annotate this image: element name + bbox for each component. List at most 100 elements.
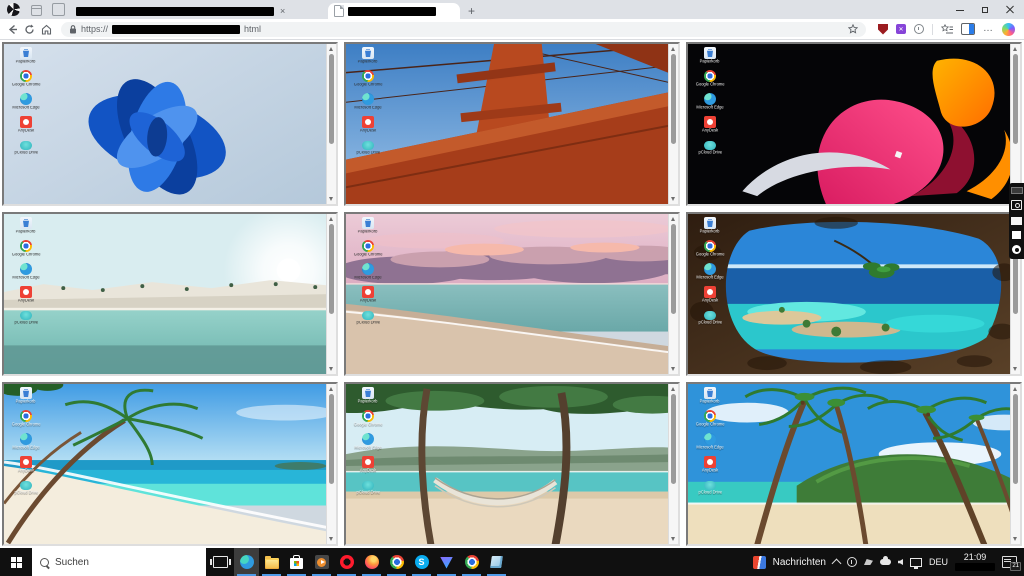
- onedrive-icon[interactable]: [880, 559, 891, 565]
- scroll-up-icon[interactable]: [671, 217, 675, 221]
- status-tray-icon[interactable]: [847, 557, 857, 567]
- desktop-icon-recycle-bin[interactable]: Papierkorb: [8, 47, 44, 66]
- desktop-icon-edge[interactable]: Microsoft Edge: [8, 93, 44, 112]
- desktop-icon-pcloud[interactable]: pCloud Drive: [8, 139, 44, 157]
- desktop-icon-anydesk[interactable]: AnyDesk: [692, 286, 728, 305]
- back-button[interactable]: [5, 22, 19, 36]
- taskbar-app-blue-3d-app[interactable]: [484, 548, 509, 576]
- desktop-icon-pcloud[interactable]: pCloud Drive: [692, 479, 728, 497]
- language-indicator[interactable]: DEU: [929, 557, 948, 567]
- copilot-icon[interactable]: [1002, 23, 1015, 36]
- desktop-icon-pcloud[interactable]: pCloud Drive: [350, 139, 386, 157]
- maximize-button[interactable]: [981, 6, 989, 14]
- desktop-cell-2[interactable]: PapierkorbGoogle ChromeMicrosoft EdgeAny…: [344, 42, 680, 206]
- desktop-icon-edge[interactable]: Microsoft Edge: [8, 263, 44, 282]
- desktop-icon-pcloud[interactable]: pCloud Drive: [8, 309, 44, 327]
- browser-logo-icon[interactable]: [7, 3, 20, 16]
- notification-center-button[interactable]: 21: [1002, 556, 1017, 568]
- scroll-up-icon[interactable]: [329, 47, 333, 51]
- desktop-cell-8[interactable]: PapierkorbGoogle ChromeMicrosoft EdgeAny…: [344, 382, 680, 546]
- scroll-down-icon[interactable]: [671, 367, 675, 371]
- taskbar-app-chromium[interactable]: [459, 548, 484, 576]
- desktop-cell-6[interactable]: Papierkorb Google Chrome Microsoft Edge Any…: [686, 212, 1022, 376]
- scroll-down-icon[interactable]: [671, 537, 675, 541]
- desktop-icon-edge[interactable]: Microsoft Edge: [350, 93, 386, 112]
- scroll-up-icon[interactable]: [1013, 47, 1017, 51]
- desktop-icon-chrome[interactable]: Google Chrome: [692, 240, 728, 259]
- tab-1[interactable]: ×: [70, 3, 328, 19]
- desktop-icon-chrome[interactable]: Google Chrome: [692, 410, 728, 429]
- pen-tray-icon[interactable]: [864, 559, 873, 565]
- scroll-thumb[interactable]: [671, 54, 676, 144]
- display-icon[interactable]: [1011, 217, 1022, 225]
- desktop-icon-edge[interactable]: Microsoft Edge: [692, 433, 728, 452]
- desktop-icon-chrome[interactable]: Google Chrome: [350, 70, 386, 89]
- cell-scrollbar[interactable]: [1010, 44, 1020, 204]
- desktop-icon-pcloud[interactable]: pCloud Drive: [350, 309, 386, 327]
- desktop-icon-edge[interactable]: Microsoft Edge: [692, 93, 728, 112]
- edge-sidebar-icon[interactable]: [961, 23, 975, 35]
- scroll-thumb[interactable]: [671, 394, 676, 484]
- cell-scrollbar[interactable]: [326, 44, 336, 204]
- close-window-button[interactable]: [1006, 6, 1014, 14]
- desktop-icon-anydesk[interactable]: AnyDesk: [692, 116, 728, 135]
- scroll-down-icon[interactable]: [329, 367, 333, 371]
- desktop-icon-anydesk[interactable]: AnyDesk: [8, 116, 44, 135]
- tab-2-active[interactable]: [328, 3, 460, 19]
- desktop-icon-recycle-bin[interactable]: Papierkorb: [692, 387, 728, 406]
- scroll-up-icon[interactable]: [1013, 387, 1017, 391]
- network-display-icon[interactable]: [910, 558, 922, 567]
- taskbar-app-media-player[interactable]: [309, 548, 334, 576]
- scroll-thumb[interactable]: [329, 224, 334, 314]
- desktop-icon-pcloud[interactable]: pCloud Drive: [692, 309, 728, 327]
- desktop-cell-5[interactable]: PapierkorbGoogle ChromeMicrosoft EdgeAny…: [344, 212, 680, 376]
- scroll-down-icon[interactable]: [1013, 537, 1017, 541]
- desktop-icon-chrome[interactable]: Google Chrome: [8, 70, 44, 89]
- desktop-icon-pcloud[interactable]: pCloud Drive: [8, 479, 44, 497]
- desktop-icon-recycle-bin[interactable]: Papierkorb: [350, 387, 386, 406]
- new-tab-button[interactable]: +: [468, 5, 475, 17]
- taskbar-app-firefox[interactable]: [359, 548, 384, 576]
- scroll-up-icon[interactable]: [329, 217, 333, 221]
- desktop-icon-recycle-bin[interactable]: Papierkorb: [350, 217, 386, 236]
- window-icon[interactable]: [1012, 231, 1021, 239]
- taskbar-app-skype[interactable]: [409, 548, 434, 576]
- home-button[interactable]: [39, 22, 53, 36]
- capture-icon[interactable]: [1011, 187, 1023, 194]
- desktop-icon-edge[interactable]: Microsoft Edge: [692, 263, 728, 282]
- desktop-icon-edge[interactable]: Microsoft Edge: [8, 433, 44, 452]
- start-button[interactable]: [0, 548, 32, 576]
- scroll-thumb[interactable]: [1013, 394, 1018, 484]
- desktop-cell-4[interactable]: PapierkorbGoogle ChromeMicrosoft EdgeAny…: [2, 212, 338, 376]
- desktop-icon-chrome[interactable]: Google Chrome: [350, 240, 386, 259]
- volume-icon[interactable]: [898, 559, 903, 565]
- browser-menu-button[interactable]: …: [983, 24, 994, 34]
- adblock-shield-icon[interactable]: [878, 24, 888, 35]
- taskbar-app-triangle-app[interactable]: [434, 548, 459, 576]
- scroll-down-icon[interactable]: [329, 537, 333, 541]
- desktop-icon-anydesk[interactable]: AnyDesk: [692, 456, 728, 475]
- desktop-icon-anydesk[interactable]: AnyDesk: [350, 456, 386, 475]
- taskbar-app-opera[interactable]: [334, 548, 359, 576]
- desktop-cell-1[interactable]: Papierkorb Google Chrome Microsoft Edge Any…: [2, 42, 338, 206]
- history-extension-icon[interactable]: [914, 24, 924, 34]
- news-icon[interactable]: [753, 556, 766, 569]
- desktop-icon-recycle-bin[interactable]: Papierkorb: [692, 47, 728, 66]
- cell-scrollbar[interactable]: [668, 214, 678, 374]
- bookmark-star-icon[interactable]: [848, 24, 858, 34]
- desktop-icon-recycle-bin[interactable]: Papierkorb: [692, 217, 728, 236]
- scroll-thumb[interactable]: [671, 224, 676, 314]
- desktop-cell-3[interactable]: Papierkorb Google Chrome Microsoft Edge Any…: [686, 42, 1022, 206]
- scroll-up-icon[interactable]: [671, 387, 675, 391]
- desktop-icon-anydesk[interactable]: AnyDesk: [350, 286, 386, 305]
- desktop-icon-edge[interactable]: Microsoft Edge: [350, 433, 386, 452]
- desktop-icon-chrome[interactable]: Google Chrome: [692, 70, 728, 89]
- scroll-thumb[interactable]: [329, 394, 334, 484]
- desktop-icon-chrome[interactable]: Google Chrome: [8, 240, 44, 259]
- desktop-icon-recycle-bin[interactable]: Papierkorb: [8, 387, 44, 406]
- clock[interactable]: 21:09: [955, 553, 995, 571]
- taskbar-app-edge[interactable]: [234, 548, 259, 576]
- purple-extension-icon[interactable]: [896, 24, 906, 34]
- cell-scrollbar[interactable]: [668, 44, 678, 204]
- camera-icon[interactable]: [1011, 200, 1022, 210]
